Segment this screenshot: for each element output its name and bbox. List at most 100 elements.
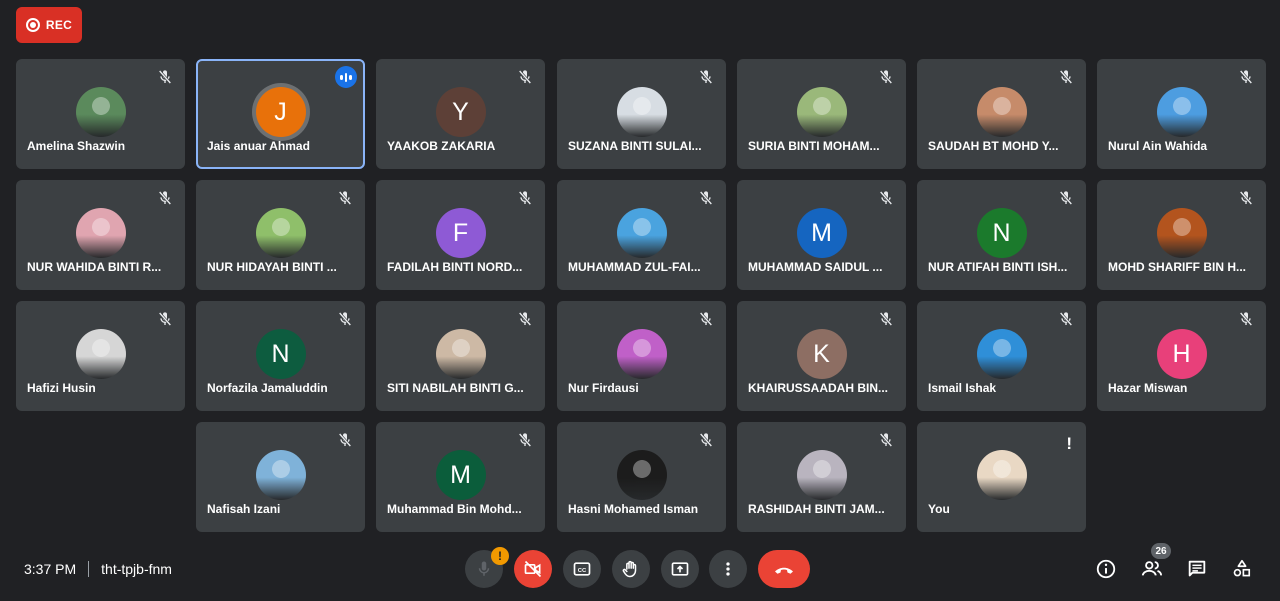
participant-name: NUR ATIFAH BINTI ISH...	[928, 260, 1068, 274]
participant-tile[interactable]: NUR WAHIDA BINTI R...	[16, 180, 185, 290]
mic-off-icon	[158, 312, 172, 326]
avatar-initial: M	[435, 450, 486, 500]
raise-hand-button[interactable]	[612, 550, 650, 588]
speaking-indicator-icon	[335, 66, 357, 88]
bottom-bar: 3:37 PM tht-tpjb-fnm ! CC 26	[0, 540, 1280, 601]
participant-tile[interactable]: MOHD SHARIFF BIN H...	[1097, 180, 1266, 290]
participant-name: MUHAMMAD ZUL-FAI...	[568, 260, 701, 274]
participant-name: Nurul Ain Wahida	[1108, 139, 1208, 153]
participant-name: Muhammad Bin Mohd...	[387, 502, 522, 516]
mic-off-icon	[1059, 70, 1073, 84]
meeting-code[interactable]: tht-tpjb-fnm	[101, 561, 172, 577]
participant-name: SAUDAH BT MOHD Y...	[928, 139, 1059, 153]
present-icon	[671, 562, 689, 576]
avatar	[435, 329, 486, 379]
participant-tile[interactable]: Amelina Shazwin	[16, 59, 185, 169]
mic-warning-badge: !	[491, 547, 509, 565]
activities-icon	[1233, 559, 1251, 577]
avatar	[255, 450, 306, 500]
participant-tile[interactable]: NUR HIDAYAH BINTI ...	[196, 180, 365, 290]
mic-off-icon	[699, 70, 713, 84]
participant-tile[interactable]: Nurul Ain Wahida	[1097, 59, 1266, 169]
divider	[88, 561, 90, 577]
avatar	[255, 208, 306, 258]
more-options-button[interactable]	[709, 550, 747, 588]
participant-name: Ismail Ishak	[928, 381, 997, 395]
activities-button[interactable]	[1229, 556, 1255, 582]
participant-tile[interactable]: N NUR ATIFAH BINTI ISH...	[917, 180, 1086, 290]
participant-name: Norfazila Jamaluddin	[207, 381, 328, 395]
mic-off-icon	[518, 70, 532, 84]
participant-tile[interactable]: Ismail Ishak	[917, 301, 1086, 411]
chat-button[interactable]	[1184, 556, 1210, 582]
meeting-details-button[interactable]	[1093, 556, 1119, 582]
participant-tile[interactable]: F FADILAH BINTI NORD...	[376, 180, 545, 290]
participant-tile[interactable]: SITI NABILAH BINTI G...	[376, 301, 545, 411]
avatar	[616, 329, 667, 379]
participant-tile[interactable]: K KHAIRUSSAADAH BIN...	[737, 301, 906, 411]
mic-off-icon	[879, 191, 893, 205]
avatar-initial: M	[796, 208, 847, 258]
mic-off-icon	[879, 312, 893, 326]
participant-tile[interactable]: N Norfazila Jamaluddin	[196, 301, 365, 411]
participant-name: Hasni Mohamed Isman	[568, 502, 699, 516]
mic-off-icon	[699, 312, 713, 326]
avatar	[976, 87, 1027, 137]
meeting-time: 3:37 PM	[24, 561, 77, 577]
camera-off-icon	[524, 560, 542, 578]
mic-off-icon	[1059, 312, 1073, 326]
avatar-initial: H	[1156, 329, 1207, 379]
svg-text:CC: CC	[578, 568, 587, 574]
participant-name: Hazar Miswan	[1108, 381, 1188, 395]
participant-tile[interactable]: SURIA BINTI MOHAM...	[737, 59, 906, 169]
participant-tile[interactable]: J Jais anuar Ahmad	[196, 59, 365, 169]
participant-tile[interactable]: RASHIDAH BINTI JAM...	[737, 422, 906, 532]
mic-icon	[478, 561, 490, 576]
avatar-initial: J	[255, 87, 306, 137]
participant-tile[interactable]: Y YAAKOB ZAKARIA	[376, 59, 545, 169]
participant-tile[interactable]: M MUHAMMAD SAIDUL ...	[737, 180, 906, 290]
participant-name: Hafizi Husin	[27, 381, 96, 395]
participant-name: KHAIRUSSAADAH BIN...	[748, 381, 889, 395]
participant-name: Nur Firdausi	[568, 381, 639, 395]
participant-name: MUHAMMAD SAIDUL ...	[748, 260, 883, 274]
captions-button[interactable]: CC	[563, 550, 601, 588]
avatar-initial: N	[976, 208, 1027, 258]
people-button[interactable]	[1139, 556, 1165, 582]
participant-name: Jais anuar Ahmad	[207, 139, 310, 153]
participant-tile[interactable]: Nafisah Izani	[196, 422, 365, 532]
mic-off-icon	[338, 191, 352, 205]
present-button[interactable]	[661, 550, 699, 588]
participant-name: RASHIDAH BINTI JAM...	[748, 502, 885, 516]
participant-tile[interactable]: H Hazar Miswan	[1097, 301, 1266, 411]
participant-tile[interactable]: Nur Firdausi	[557, 301, 726, 411]
avatar	[976, 329, 1027, 379]
avatar	[1156, 208, 1207, 258]
end-call-button[interactable]	[758, 550, 810, 588]
participant-tile[interactable]: Hasni Mohamed Isman	[557, 422, 726, 532]
mic-off-icon	[158, 70, 172, 84]
participant-tile[interactable]: MUHAMMAD ZUL-FAI...	[557, 180, 726, 290]
participant-name: NUR WAHIDA BINTI R...	[27, 260, 162, 274]
avatar-initial: N	[255, 329, 306, 379]
meeting-info: 3:37 PM tht-tpjb-fnm	[24, 561, 172, 577]
avatar	[796, 450, 847, 500]
camera-button[interactable]	[514, 550, 552, 588]
more-options-icon	[726, 562, 730, 576]
participant-name: Nafisah Izani	[207, 502, 281, 516]
participant-tile[interactable]: You!	[917, 422, 1086, 532]
avatar	[75, 87, 126, 137]
participant-grid: Amelina Shazwin J Jais anuar Ahmad Y YAAKOB …	[0, 0, 1280, 540]
participant-tile[interactable]: Hafizi Husin	[16, 301, 185, 411]
participant-name: SURIA BINTI MOHAM...	[748, 139, 880, 153]
mic-off-icon	[699, 191, 713, 205]
avatar	[75, 329, 126, 379]
participant-tile[interactable]: M Muhammad Bin Mohd...	[376, 422, 545, 532]
mic-off-icon	[1059, 191, 1073, 205]
participant-name: Amelina Shazwin	[27, 139, 126, 153]
chat-icon	[1188, 560, 1206, 577]
participant-tile[interactable]: SUZANA BINTI SULAI...	[557, 59, 726, 169]
participant-tile[interactable]: SAUDAH BT MOHD Y...	[917, 59, 1086, 169]
avatar	[1156, 87, 1207, 137]
mic-off-icon	[879, 70, 893, 84]
